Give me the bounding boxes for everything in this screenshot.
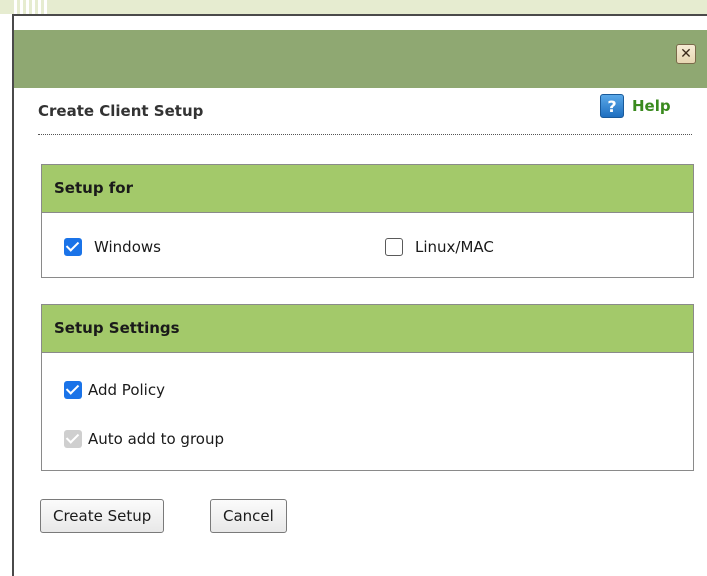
create-setup-button[interactable]: Create Setup [40,499,165,533]
linux-mac-label[interactable]: Linux/MAC [415,238,494,256]
linux-mac-checkbox[interactable] [385,238,403,256]
setup-settings-header: Setup Settings [42,305,693,353]
help-label[interactable]: Help [632,97,671,115]
setup-settings-panel: Setup Settings Add Policy Auto add to gr… [41,304,694,471]
cancel-button[interactable]: Cancel [210,499,287,533]
linux-mac-option[interactable]: Linux/MAC [385,238,494,256]
windows-checkbox[interactable] [64,238,82,256]
background-ticks [14,0,50,14]
close-icon[interactable]: ✕ [676,44,696,64]
setup-for-header: Setup for [42,165,693,213]
auto-add-to-group-checkbox [64,430,82,448]
add-policy-checkbox[interactable] [64,381,82,399]
windows-option[interactable]: Windows [64,238,161,256]
windows-label[interactable]: Windows [94,238,161,256]
auto-add-to-group-label: Auto add to group [88,430,224,448]
dialog-titlebar[interactable] [14,30,707,88]
title-divider [38,134,692,135]
dialog-top-band [14,16,707,30]
dialog-title: Create Client Setup [38,102,204,120]
help-icon[interactable]: ? [600,94,624,118]
add-policy-option[interactable]: Add Policy [64,381,165,399]
background-strip [0,0,707,14]
help-link[interactable]: ? Help [600,94,671,118]
setup-for-panel: Setup for Windows Linux/MAC [41,164,694,278]
create-client-setup-dialog: ✕ Create Client Setup ? Help Setup for W… [12,14,707,576]
add-policy-label[interactable]: Add Policy [88,381,165,399]
auto-add-to-group-option: Auto add to group [64,430,224,448]
